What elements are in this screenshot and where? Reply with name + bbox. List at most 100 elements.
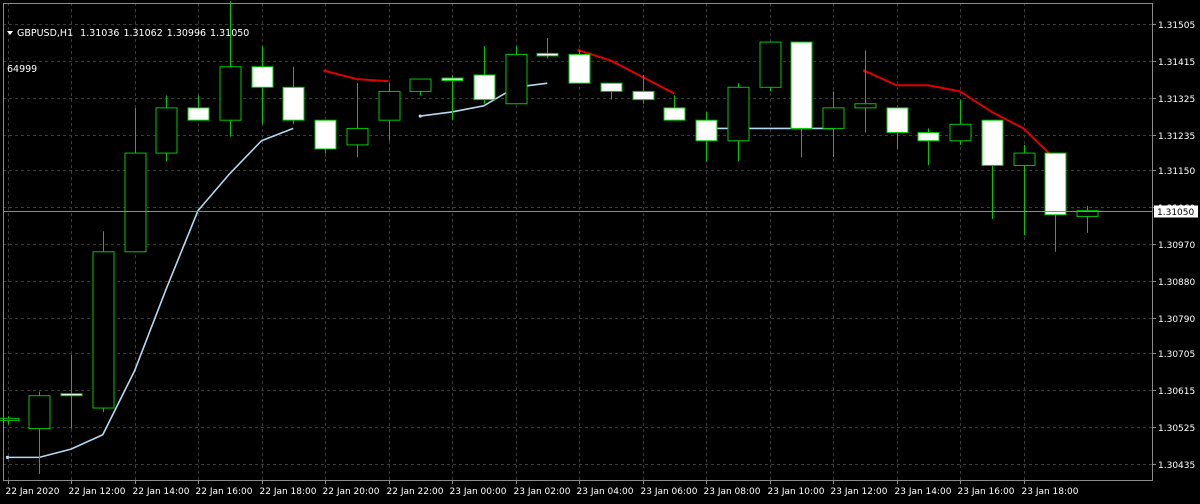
candle-body-bear bbox=[473, 74, 496, 101]
ohlc-open: 1.31036 bbox=[80, 28, 120, 39]
symbol-line: GBPUSD,H1 1.31036 1.31062 1.30996 1.31050 bbox=[7, 28, 253, 40]
ma-red-line bbox=[578, 49, 675, 95]
x-tick-label: 23 Jan 12:00 bbox=[831, 487, 888, 497]
candle bbox=[663, 95, 686, 121]
current-price-label: 1.31050 bbox=[1157, 208, 1194, 218]
x-tick-label: 23 Jan 00:00 bbox=[450, 487, 507, 497]
candle-body-bear bbox=[981, 119, 1004, 166]
candle bbox=[314, 119, 337, 154]
candle bbox=[60, 354, 83, 429]
candle bbox=[854, 50, 877, 133]
y-tick-label: 1.31150 bbox=[1158, 167, 1195, 177]
x-tick-label: 22 Jan 2020 bbox=[6, 487, 60, 497]
candle bbox=[28, 391, 51, 474]
dropdown-arrow-icon[interactable] bbox=[7, 30, 13, 35]
candle bbox=[346, 83, 369, 158]
x-tick-label: 22 Jan 22:00 bbox=[387, 487, 444, 497]
candle bbox=[695, 111, 718, 162]
candle bbox=[822, 91, 845, 158]
candle bbox=[378, 83, 401, 141]
candle bbox=[600, 82, 623, 100]
y-tick-label: 1.30615 bbox=[1158, 387, 1195, 397]
chart-window[interactable]: 1.31505 1.31415 1.31325 1.31235 1.31150 1.310… bbox=[0, 0, 1200, 500]
candle-body-bear bbox=[282, 86, 305, 121]
candle-body-bear bbox=[632, 90, 655, 101]
candle-body-bear bbox=[790, 41, 813, 129]
x-tick-label: 23 Jan 06:00 bbox=[641, 487, 698, 497]
candle-body-bull bbox=[0, 417, 20, 421]
x-tick-label: 23 Jan 08:00 bbox=[704, 487, 761, 497]
candle-body-bull bbox=[92, 251, 115, 409]
candle-body-doji bbox=[441, 77, 464, 82]
candle bbox=[536, 37, 559, 59]
candle bbox=[251, 46, 274, 125]
candle bbox=[917, 128, 940, 166]
candle-body-bull bbox=[949, 123, 972, 142]
candle-body-bull bbox=[378, 90, 401, 121]
x-tick-label: 22 Jan 18:00 bbox=[260, 487, 317, 497]
candle bbox=[759, 41, 782, 92]
x-tick-label: 23 Jan 16:00 bbox=[958, 487, 1015, 497]
x-tick-label: 23 Jan 04:00 bbox=[577, 487, 634, 497]
symbol-timeframe: GBPUSD,H1 bbox=[17, 28, 74, 39]
candle-body-bull bbox=[124, 152, 147, 253]
y-tick-label: 1.31505 bbox=[1158, 21, 1195, 31]
candle-body-bear bbox=[251, 66, 274, 88]
candle-body-doji bbox=[536, 52, 559, 57]
candle-body-bull bbox=[155, 107, 178, 154]
candle bbox=[409, 78, 432, 96]
y-tick-label: 1.31415 bbox=[1158, 58, 1195, 68]
candle bbox=[1076, 205, 1099, 233]
candle-body-bull bbox=[727, 86, 750, 142]
x-tick-label: 23 Jan 02:00 bbox=[514, 487, 571, 497]
candle-body-bear bbox=[187, 107, 210, 121]
candle bbox=[568, 50, 591, 84]
candle bbox=[473, 46, 496, 104]
chart-info-header: GBPUSD,H1 1.31036 1.31062 1.30996 1.31050 6… bbox=[7, 4, 253, 100]
candle-body-bull bbox=[854, 103, 877, 109]
candle-body-bull bbox=[409, 78, 432, 92]
candle bbox=[981, 119, 1004, 219]
x-tick-label: 23 Jan 10:00 bbox=[768, 487, 825, 497]
candle bbox=[1013, 144, 1036, 236]
candle bbox=[505, 46, 528, 105]
candle bbox=[282, 66, 305, 125]
candle-body-bull bbox=[28, 395, 51, 430]
candle bbox=[92, 231, 115, 413]
x-tick-label: 22 Jan 20:00 bbox=[323, 487, 380, 497]
indicator-value: 64999 bbox=[7, 64, 38, 75]
candle-body-bull bbox=[505, 53, 528, 105]
candle-body-bear bbox=[600, 82, 623, 92]
candle-body-bear bbox=[1044, 152, 1067, 216]
ma-light-line-start bbox=[5, 455, 10, 459]
ma-light-line-start bbox=[418, 114, 422, 118]
candle-body-bear bbox=[314, 119, 337, 150]
candle bbox=[886, 107, 909, 149]
candle-body-bear bbox=[663, 107, 686, 121]
candle-body-bull bbox=[822, 107, 845, 129]
y-tick-label: 1.31325 bbox=[1158, 95, 1195, 105]
ma-red-line-start bbox=[323, 69, 327, 73]
x-tick-label: 22 Jan 14:00 bbox=[133, 487, 190, 497]
candle-body-bull bbox=[1013, 152, 1036, 166]
candle-body-bear bbox=[568, 53, 591, 84]
candle bbox=[1044, 152, 1067, 252]
ohlc-close: 1.31050 bbox=[210, 28, 250, 39]
ohlc-high: 1.31062 bbox=[123, 28, 163, 39]
candle bbox=[727, 83, 750, 162]
x-tick-label: 23 Jan 14:00 bbox=[895, 487, 952, 497]
y-tick-label: 1.30970 bbox=[1158, 241, 1195, 251]
y-tick-label: 1.30705 bbox=[1158, 350, 1195, 360]
candle-body-bull bbox=[759, 41, 782, 88]
candle bbox=[0, 416, 20, 425]
candle bbox=[155, 95, 178, 162]
ohlc-low: 1.30996 bbox=[166, 28, 207, 39]
y-tick-label: 1.30790 bbox=[1158, 315, 1195, 325]
candle bbox=[949, 99, 972, 145]
candle bbox=[124, 107, 147, 253]
candle-body-bear bbox=[60, 393, 83, 397]
x-tick-label: 22 Jan 16:00 bbox=[196, 487, 253, 497]
candle bbox=[632, 74, 655, 104]
candle-body-bear bbox=[886, 107, 909, 134]
candle-body-bear bbox=[917, 132, 940, 142]
